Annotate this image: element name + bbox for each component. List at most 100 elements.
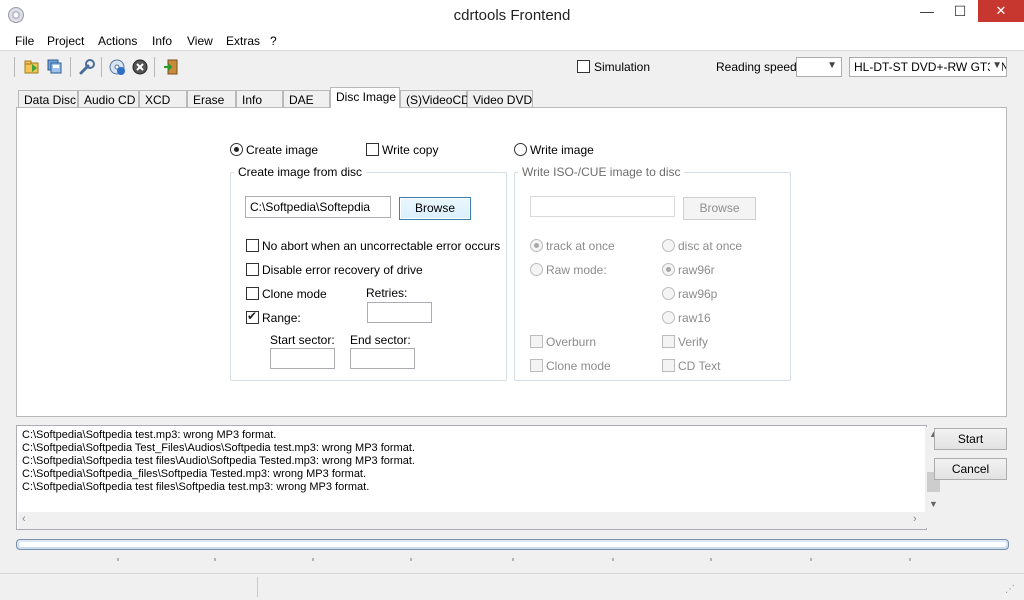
save-project-icon[interactable]: [46, 58, 64, 76]
disc-info-icon[interactable]: [108, 58, 126, 76]
minimize-button[interactable]: —: [912, 0, 942, 22]
cd-text-checkbox[interactable]: [662, 359, 675, 372]
progress-bar: [16, 539, 1009, 550]
create-image-radio[interactable]: [230, 143, 243, 156]
horizontal-scrollbar[interactable]: ‹ ›: [18, 512, 925, 529]
title-bar: cdrtools Frontend — ☐ ✕: [0, 0, 1024, 31]
clone-mode-checkbox[interactable]: [246, 287, 259, 300]
menu-actions[interactable]: Actions: [98, 34, 137, 48]
log-line: C:\Softpedia\Softpedia test.mp3: wrong M…: [22, 429, 277, 441]
menu-view[interactable]: View: [187, 34, 213, 48]
cancel-icon[interactable]: [131, 58, 149, 76]
disc-image-panel: Create image Write copy Write image Crea…: [16, 107, 1007, 417]
maximize-button[interactable]: ☐: [945, 0, 975, 22]
verify-checkbox[interactable]: [662, 335, 675, 348]
raw96r-label: raw96r: [678, 263, 715, 277]
no-abort-label: No abort when an uncorrectable error occ…: [262, 239, 501, 253]
log-line: C:\Softpedia\Softpedia_files\Softpedia T…: [22, 468, 367, 480]
raw96p-radio[interactable]: [662, 287, 675, 300]
tab-data-disc[interactable]: Data Disc: [18, 90, 78, 108]
cancel-button[interactable]: Cancel: [934, 458, 1007, 480]
write-clone-mode-checkbox[interactable]: [530, 359, 543, 372]
chevron-down-icon: ▼: [990, 60, 1002, 71]
raw16-label: raw16: [678, 311, 711, 325]
menu-extras[interactable]: Extras: [226, 34, 260, 48]
overburn-checkbox[interactable]: [530, 335, 543, 348]
tab-erase[interactable]: Erase: [187, 90, 236, 108]
tab-xcd[interactable]: XCD: [139, 90, 187, 108]
disc-at-once-label: disc at once: [678, 239, 743, 253]
end-sector-label: End sector:: [350, 333, 411, 347]
status-separator: [257, 577, 258, 597]
raw96p-label: raw96p: [678, 287, 718, 301]
simulation-checkbox[interactable]: [577, 60, 590, 73]
create-image-group-title: Create image from disc: [234, 165, 367, 179]
start-sector-label: Start sector:: [270, 333, 335, 347]
log-output[interactable]: C:\Softpedia\Softpedia test.mp3: wrong M…: [16, 425, 942, 530]
retries-label: Retries:: [366, 286, 408, 300]
tab-video-dvd[interactable]: Video DVD: [467, 90, 533, 108]
start-button[interactable]: Start: [934, 428, 1007, 450]
disable-recovery-label: Disable error recovery of drive: [262, 263, 423, 277]
raw96r-radio[interactable]: [662, 263, 675, 276]
menu-file[interactable]: File: [15, 34, 34, 48]
write-copy-label: Write copy: [382, 143, 439, 157]
write-image-label: Write image: [530, 143, 594, 157]
raw16-radio[interactable]: [662, 311, 675, 324]
end-sector-input[interactable]: [350, 348, 415, 369]
tab-audio-cd[interactable]: Audio CD: [78, 90, 139, 108]
create-image-label: Create image: [246, 143, 319, 157]
tab-disc-image[interactable]: Disc Image: [330, 87, 400, 108]
toolbar: Simulation Reading speed ▼ HL-DT-ST DVD+…: [0, 52, 1024, 82]
menu-help[interactable]: ?: [270, 34, 277, 48]
drive-select-value: HL-DT-ST DVD+-RW GT32N: [854, 60, 1007, 74]
create-browse-button[interactable]: Browse: [399, 197, 471, 220]
raw-mode-label: Raw mode:: [546, 263, 607, 277]
tab-dae[interactable]: DAE: [283, 90, 330, 108]
track-at-once-label: track at once: [546, 239, 615, 253]
reading-speed-label: Reading speed: [716, 60, 797, 74]
settings-wrench-icon[interactable]: [78, 58, 96, 76]
simulation-label: Simulation: [594, 60, 651, 74]
tab-svideocd[interactable]: (S)VideoCD: [400, 90, 470, 108]
toolbar-separator: [101, 57, 102, 77]
scroll-left-icon[interactable]: ‹: [22, 513, 26, 525]
progress-ticks: [16, 551, 1009, 561]
new-project-icon[interactable]: [23, 58, 41, 76]
retries-input[interactable]: [367, 302, 432, 323]
raw-mode-radio[interactable]: [530, 263, 543, 276]
menu-info[interactable]: Info: [152, 34, 172, 48]
progress-track: [19, 542, 1006, 547]
track-at-once-radio[interactable]: [530, 239, 543, 252]
cd-text-label: CD Text: [678, 359, 721, 373]
toolbar-separator: [70, 57, 71, 77]
log-line: C:\Softpedia\Softpedia test files\Softpe…: [22, 481, 370, 493]
write-image-path-input[interactable]: [530, 196, 675, 217]
exit-icon[interactable]: [162, 58, 180, 76]
write-browse-button[interactable]: Browse: [683, 197, 756, 220]
status-bar: ⋰: [0, 573, 1024, 600]
tab-info[interactable]: Info: [236, 90, 283, 108]
verify-label: Verify: [678, 335, 709, 349]
range-checkbox[interactable]: [246, 309, 259, 324]
write-image-radio[interactable]: [514, 143, 527, 156]
menu-bar: File Project Actions Info View Extras ?: [0, 31, 1024, 51]
reading-speed-select[interactable]: ▼: [796, 57, 842, 77]
image-path-input[interactable]: C:\Softpedia\Softepdia: [245, 196, 391, 218]
write-clone-mode-label: Clone mode: [546, 359, 611, 373]
window-title: cdrtools Frontend: [453, 7, 571, 24]
log-line: C:\Softpedia\Softpedia Test_Files\Audios…: [22, 442, 415, 454]
menu-project[interactable]: Project: [47, 34, 84, 48]
close-button[interactable]: ✕: [978, 0, 1024, 22]
chevron-down-icon: ▼: [827, 60, 837, 71]
no-abort-checkbox[interactable]: [246, 239, 259, 252]
disable-recovery-checkbox[interactable]: [246, 263, 259, 276]
disc-at-once-radio[interactable]: [662, 239, 675, 252]
drive-select[interactable]: HL-DT-ST DVD+-RW GT32N ▼: [849, 57, 1007, 77]
start-sector-input[interactable]: [270, 348, 335, 369]
scroll-right-icon[interactable]: ›: [913, 513, 917, 525]
resize-grip-icon[interactable]: ⋰: [1005, 584, 1015, 595]
scroll-down-icon[interactable]: ▼: [929, 499, 938, 509]
write-copy-checkbox[interactable]: [366, 143, 379, 156]
toolbar-separator: [154, 57, 155, 77]
